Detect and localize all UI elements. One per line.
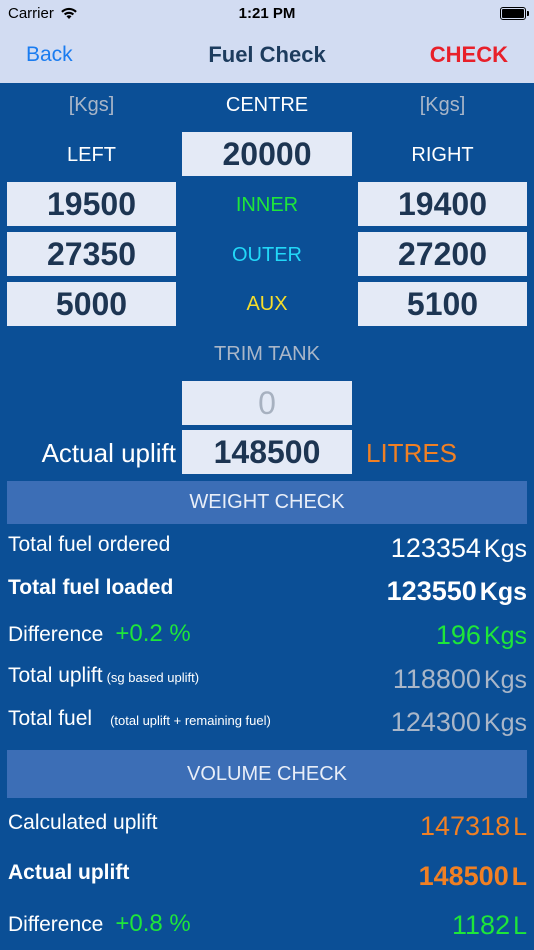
- weight-difference-label: Difference: [8, 623, 104, 646]
- right-inner-input[interactable]: 19400: [358, 182, 527, 226]
- total-fuel-ordered-label: Total fuel ordered: [8, 533, 171, 556]
- weight-difference-value: 196: [435, 620, 481, 650]
- total-fuel-row: Total fuel (total uplift + remaining fuel…: [8, 707, 527, 737]
- volume-check-header: VOLUME CHECK: [7, 750, 527, 798]
- actual-uplift-input[interactable]: 148500: [182, 430, 352, 474]
- unit-kgs: Kgs: [483, 535, 527, 563]
- total-fuel-ordered-value-group: 123354 Kgs: [391, 533, 527, 564]
- total-fuel-value-group: 124300 Kgs: [391, 707, 527, 738]
- total-fuel-ordered-row: Total fuel ordered 123354 Kgs: [8, 533, 527, 563]
- unit-litres: L: [513, 813, 527, 841]
- total-fuel-loaded-value-group: 123550 Kgs: [387, 576, 527, 607]
- unit-litres: L: [511, 863, 527, 891]
- centre-tank-input[interactable]: 20000: [182, 132, 352, 176]
- volume-difference-value: 1182: [452, 910, 511, 940]
- navigation-bar: Back Fuel Check CHECK: [0, 28, 534, 83]
- unit-litres: L: [513, 912, 527, 940]
- total-fuel-label-group: Total fuel (total uplift + remaining fuel…: [8, 707, 271, 731]
- volume-actual-uplift-value: 148500: [418, 861, 509, 891]
- left-aux-input[interactable]: 5000: [7, 282, 176, 326]
- inner-label: INNER: [235, 194, 299, 216]
- battery-icon: [500, 7, 529, 20]
- right-aux-input[interactable]: 5100: [358, 282, 527, 326]
- weight-check-header: WEIGHT CHECK: [7, 481, 527, 524]
- total-fuel-loaded-value: 123550: [386, 576, 477, 606]
- left-inner-input[interactable]: 19500: [7, 182, 176, 226]
- total-fuel-label: Total fuel: [8, 707, 93, 730]
- total-fuel-loaded-label: Total fuel loaded: [8, 576, 174, 599]
- left-outer-input[interactable]: 27350: [7, 232, 176, 276]
- left-label: LEFT: [67, 144, 116, 166]
- check-button[interactable]: CHECK: [430, 42, 508, 68]
- total-fuel-ordered-value: 123354: [390, 533, 481, 563]
- right-outer-input[interactable]: 27200: [358, 232, 527, 276]
- calculated-uplift-value: 147318: [419, 811, 511, 841]
- calculated-uplift-row: Calculated uplift 147318 L: [8, 811, 527, 841]
- unit-kgs: Kgs: [483, 622, 527, 650]
- unit-kgs: Kgs: [483, 709, 527, 737]
- status-bar: Carrier 1:21 PM: [0, 0, 534, 28]
- volume-difference-row: Difference +0.8 % 1182 L: [8, 910, 527, 940]
- total-uplift-row: Total uplift (sg based uplift) 118800 Kgs: [8, 664, 527, 694]
- weight-difference-percent: +0.2 %: [115, 620, 191, 647]
- uplift-unit-label: LITRES: [366, 438, 458, 468]
- volume-actual-uplift-label: Actual uplift: [8, 861, 130, 884]
- total-fuel-note: (total uplift + remaining fuel): [110, 713, 271, 728]
- unit-kgs: Kgs: [483, 666, 527, 694]
- actual-uplift-label: Actual uplift: [41, 438, 176, 468]
- calculated-uplift-value-group: 147318 L: [420, 811, 527, 842]
- right-unit-label: [Kgs]: [419, 94, 466, 116]
- volume-difference-percent: +0.8 %: [115, 910, 191, 937]
- total-uplift-value: 118800: [392, 664, 481, 694]
- aux-label: AUX: [246, 293, 288, 315]
- total-uplift-note: (sg based uplift): [106, 670, 200, 685]
- trim-tank-input[interactable]: 0: [182, 381, 352, 425]
- weight-difference-value-group: 196 Kgs: [436, 620, 527, 651]
- volume-difference-label-group: Difference +0.8 %: [8, 910, 191, 938]
- weight-difference-label-group: Difference +0.2 %: [8, 620, 191, 648]
- right-label: RIGHT: [411, 144, 474, 166]
- actual-uplift-row: Actual uplift 148500 L: [8, 861, 527, 891]
- total-fuel-loaded-row: Total fuel loaded 123550 Kgs: [8, 576, 527, 606]
- total-uplift-value-group: 118800 Kgs: [393, 664, 527, 695]
- volume-actual-uplift-value-group: 148500 L: [419, 861, 527, 892]
- total-uplift-label: Total uplift: [8, 664, 103, 687]
- left-unit-label: [Kgs]: [68, 94, 115, 116]
- volume-difference-value-group: 1182 L: [452, 910, 527, 941]
- trim-tank-label: TRIM TANK: [214, 343, 320, 365]
- total-fuel-value: 124300: [390, 707, 481, 737]
- volume-difference-label: Difference: [8, 913, 104, 936]
- status-time: 1:21 PM: [238, 5, 296, 22]
- outer-label: OUTER: [232, 244, 302, 266]
- calculated-uplift-label: Calculated uplift: [8, 811, 158, 834]
- total-uplift-label-group: Total uplift (sg based uplift): [8, 664, 199, 688]
- weight-difference-row: Difference +0.2 % 196 Kgs: [8, 620, 527, 650]
- unit-kgs: Kgs: [479, 578, 527, 606]
- centre-label: CENTRE: [225, 94, 309, 116]
